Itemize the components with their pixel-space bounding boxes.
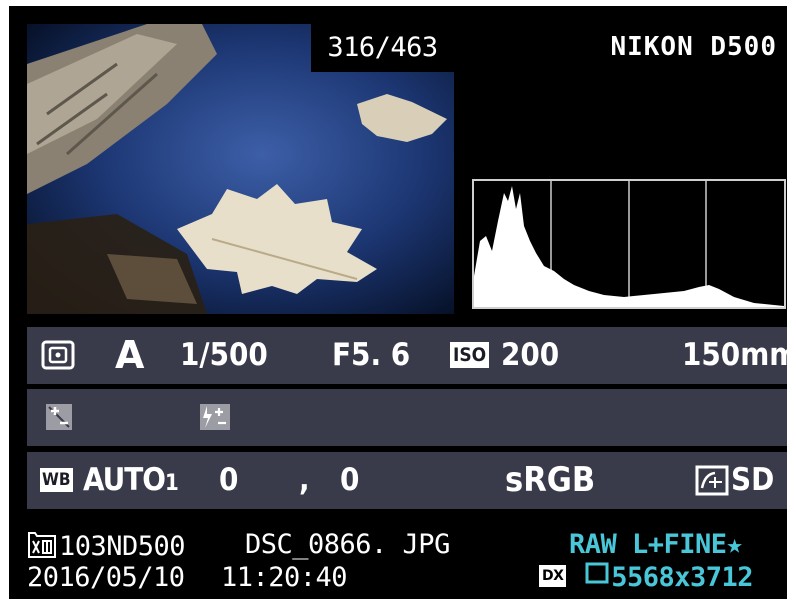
image-size: 5568x3712 bbox=[611, 562, 753, 593]
matrix-metering-icon bbox=[41, 327, 75, 384]
image-quality: RAW L+FINE★ bbox=[569, 529, 743, 560]
folder-icon bbox=[27, 529, 57, 566]
wb-mode: AUTO1 bbox=[83, 462, 179, 498]
wb-fine-tune-b: 0 bbox=[340, 462, 360, 498]
flash-compensation-icon bbox=[199, 389, 231, 446]
picture-control-icon bbox=[695, 452, 729, 509]
folder-line: 103ND500 bbox=[27, 529, 186, 566]
dx-format-icon: DX bbox=[539, 564, 567, 587]
exposure-compensation-icon bbox=[45, 389, 73, 446]
color-space: sRGB bbox=[505, 460, 596, 500]
camera-playback-screen: 316/463 NIKON D500 A 1/500 F5. 6 ISO 200… bbox=[9, 6, 787, 599]
capture-date: 2016/05/10 bbox=[27, 562, 185, 593]
wb-fine-tune-a: 0 bbox=[219, 462, 239, 498]
exposure-info-row: A 1/500 F5. 6 ISO 200 150mm bbox=[27, 327, 787, 384]
white-balance-info-row: WB AUTO1 0 , 0 sRGB SD bbox=[27, 452, 787, 509]
camera-model: NIKON D500 bbox=[610, 32, 777, 62]
capture-time: 11:20:40 bbox=[221, 562, 348, 593]
image-counter: 316/463 bbox=[311, 24, 454, 72]
wb-icon: WB bbox=[40, 467, 73, 492]
wb-separator: , bbox=[299, 462, 310, 498]
focal-length: 150mm bbox=[682, 337, 787, 373]
image-size-line: DX 5568x3712 bbox=[539, 562, 753, 593]
iso-value: 200 bbox=[501, 337, 560, 373]
folder-name: 103ND500 bbox=[59, 531, 186, 562]
file-name: DSC_0866. JPG bbox=[245, 529, 450, 560]
luminance-histogram bbox=[472, 179, 786, 309]
shutter-speed: 1/500 bbox=[180, 337, 268, 373]
image-area-icon bbox=[585, 560, 609, 591]
exposure-mode: A bbox=[115, 333, 145, 377]
iso-icon: ISO bbox=[450, 327, 490, 384]
histogram-graph bbox=[474, 181, 784, 307]
picture-control: SD bbox=[731, 462, 775, 498]
compensation-info-row bbox=[27, 389, 787, 446]
photo-thumbnail: 316/463 bbox=[27, 24, 454, 314]
aperture: F5. 6 bbox=[332, 337, 411, 373]
